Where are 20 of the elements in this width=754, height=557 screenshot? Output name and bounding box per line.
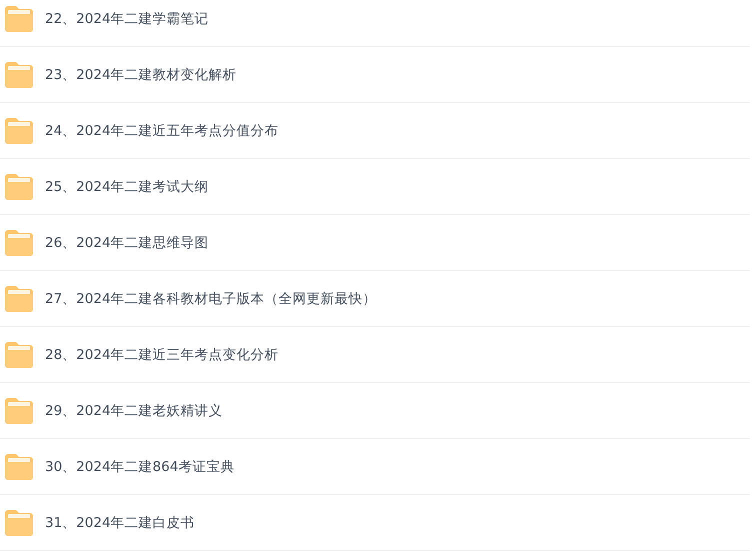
- folder-icon: [5, 230, 33, 256]
- folder-icon: [5, 6, 33, 32]
- folder-list-item[interactable]: 26、2024年二建思维导图: [0, 215, 750, 271]
- folder-list-item[interactable]: 23、2024年二建教材变化解析: [0, 47, 750, 103]
- folder-list-item[interactable]: 31、2024年二建白皮书: [0, 495, 750, 551]
- folder-icon: [5, 118, 33, 144]
- folder-icon: [5, 510, 33, 536]
- folder-list-item[interactable]: 27、2024年二建各科教材电子版本（全网更新最快）: [0, 271, 750, 327]
- folder-icon: [5, 62, 33, 88]
- folder-list-item[interactable]: 29、2024年二建老妖精讲义: [0, 383, 750, 439]
- folder-icon: [5, 454, 33, 480]
- folder-icon: [5, 286, 33, 312]
- folder-list-item[interactable]: 24、2024年二建近五年考点分值分布: [0, 103, 750, 159]
- folder-icon: [5, 342, 33, 368]
- folder-list-item[interactable]: 22、2024年二建学霸笔记: [0, 0, 750, 47]
- folder-list-item[interactable]: 28、2024年二建近三年考点变化分析: [0, 327, 750, 383]
- folder-icon: [5, 398, 33, 424]
- folder-icon: [5, 174, 33, 200]
- folder-list-item[interactable]: 30、2024年二建864考证宝典: [0, 439, 750, 495]
- folder-list-item[interactable]: 25、2024年二建考试大纲: [0, 159, 750, 215]
